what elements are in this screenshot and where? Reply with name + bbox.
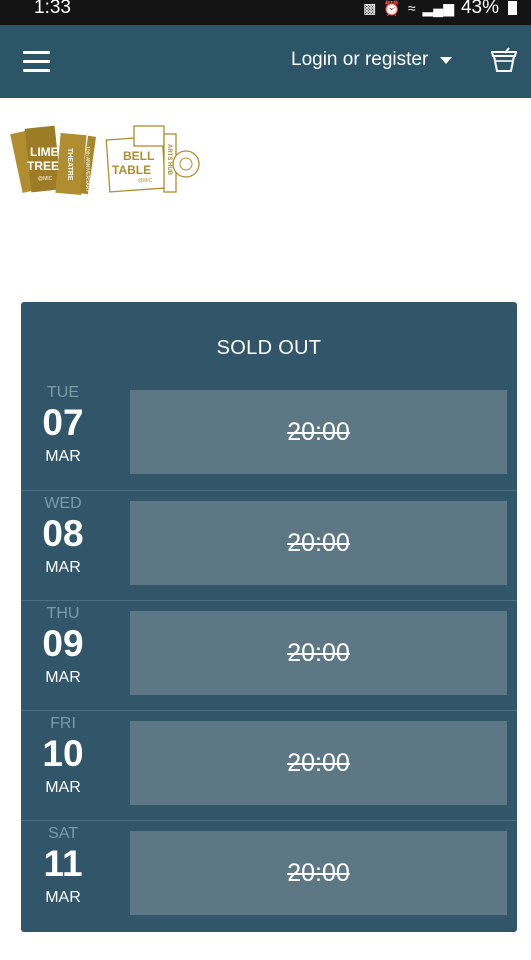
day-of-week: WED — [44, 495, 82, 512]
day-of-week: FRI — [50, 715, 76, 732]
month: MAR — [45, 559, 81, 576]
svg-text:@MIC: @MIC — [138, 178, 153, 184]
notification-icon: ▩ — [363, 0, 377, 16]
date-row: WED 08 MAR 20:00 — [21, 490, 517, 601]
day-number: 08 — [42, 513, 84, 554]
app-header: Login or register — [0, 25, 531, 98]
status-icons: ▩ ⏰ ≈ ▂▄▆ 43% — [363, 0, 517, 19]
svg-text:LIME: LIME — [30, 145, 59, 159]
month: MAR — [45, 669, 81, 686]
day-number: 11 — [43, 843, 83, 884]
status-bar: 1:33 ▩ ⏰ ≈ ▂▄▆ 43% — [0, 0, 531, 25]
time-slot-label: 20:00 — [287, 417, 350, 446]
date-row: TUE 07 MAR 20:00 — [21, 380, 517, 490]
bell-table-logo: BELL TABLE @MIC ARTS HUB — [105, 125, 200, 193]
time-slot-button[interactable]: 20:00 — [130, 721, 507, 805]
status-time: 1:33 — [34, 0, 71, 18]
day-number: 09 — [42, 623, 84, 664]
date-block: TUE 07 MAR — [21, 380, 105, 490]
caret-down-icon — [440, 56, 453, 64]
venue-logos: LIME TREE @MIC THEATRE 10th ANNIVERSARY … — [10, 125, 200, 196]
date-block: FRI 10 MAR — [21, 711, 105, 821]
month: MAR — [45, 889, 81, 906]
time-slot-label: 20:00 — [287, 528, 350, 557]
lime-tree-logo: LIME TREE @MIC THEATRE 10th ANNIVERSARY — [10, 125, 96, 196]
time-slot-label: 20:00 — [287, 748, 350, 777]
svg-text:BELL: BELL — [123, 149, 154, 163]
sold-out-label: SOLD OUT — [216, 337, 322, 359]
wifi-icon: ≈ — [407, 0, 416, 16]
menu-icon[interactable] — [23, 51, 50, 72]
svg-text:10th ANNIVERSARY: 10th ANNIVERSARY — [84, 146, 90, 193]
date-block: THU 09 MAR — [21, 601, 105, 711]
svg-text:THEATRE: THEATRE — [66, 148, 73, 181]
month: MAR — [45, 448, 81, 465]
svg-text:@MIC: @MIC — [38, 176, 53, 182]
login-register-dropdown[interactable]: Login or register — [291, 49, 453, 71]
signal-icon: ▂▄▆ — [422, 0, 454, 16]
battery-percent: 43% — [460, 0, 499, 18]
day-number: 10 — [42, 733, 84, 774]
day-of-week: SAT — [48, 825, 78, 842]
time-slot-button[interactable]: 20:00 — [130, 501, 507, 585]
svg-text:TREE: TREE — [27, 159, 59, 173]
svg-text:TABLE: TABLE — [112, 163, 151, 177]
day-of-week: THU — [46, 605, 80, 622]
date-block: WED 08 MAR — [21, 491, 105, 601]
alarm-icon: ⏰ — [383, 0, 401, 16]
time-slot-button[interactable]: 20:00 — [130, 611, 507, 695]
day-of-week: TUE — [47, 384, 79, 401]
battery-icon — [508, 1, 517, 15]
date-row: THU 09 MAR 20:00 — [21, 600, 517, 711]
time-slot-label: 20:00 — [287, 858, 350, 887]
date-row: SAT 11 MAR 20:00 — [21, 820, 517, 931]
time-slot-label: 20:00 — [287, 638, 350, 667]
month: MAR — [45, 779, 81, 796]
date-block: SAT 11 MAR — [21, 821, 105, 931]
time-slot-button[interactable]: 20:00 — [130, 390, 507, 474]
basket-icon[interactable] — [490, 47, 518, 75]
day-number: 07 — [42, 402, 84, 443]
time-slot-button[interactable]: 20:00 — [130, 831, 507, 915]
svg-text:ARTS HUB: ARTS HUB — [166, 144, 172, 176]
performance-dates-panel: SOLD OUT TUE 07 MAR 20:00 WED 08 MAR 20:… — [21, 302, 517, 932]
login-register-label: Login or register — [291, 49, 429, 70]
date-row: FRI 10 MAR 20:00 — [21, 710, 517, 821]
